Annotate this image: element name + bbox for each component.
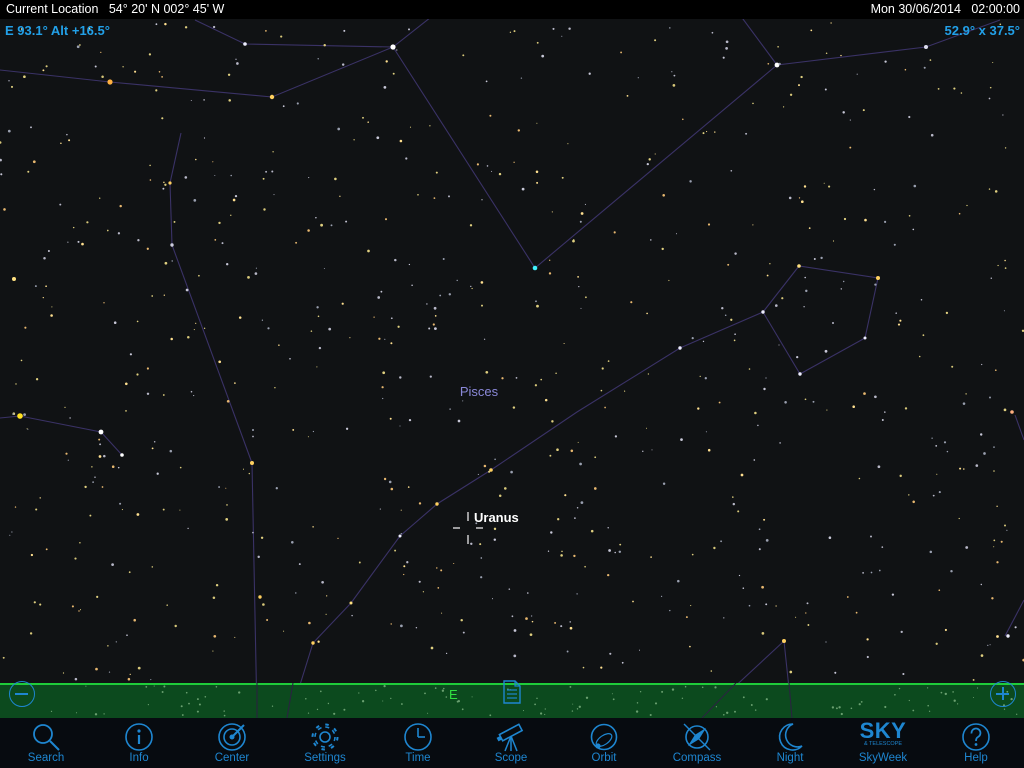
telescope-icon bbox=[496, 723, 524, 752]
bright-star bbox=[98, 429, 104, 435]
zoom-in-button[interactable] bbox=[990, 681, 1016, 707]
bright-star bbox=[435, 502, 439, 506]
bright-star bbox=[258, 595, 262, 599]
night-label: Night bbox=[776, 752, 804, 764]
settings-button[interactable]: Settings bbox=[288, 718, 362, 768]
sky-logo-text: SKY bbox=[859, 718, 907, 743]
bright-star bbox=[532, 265, 538, 271]
constellation-line bbox=[289, 311, 764, 718]
compass-direction-east: E bbox=[449, 687, 458, 702]
time-label: Time bbox=[405, 752, 431, 764]
info-icon bbox=[125, 723, 153, 751]
star-field bbox=[0, 22, 1024, 717]
bright-star bbox=[107, 79, 113, 85]
bright-star bbox=[1010, 410, 1014, 414]
help-icon bbox=[962, 723, 990, 751]
settings-label: Settings bbox=[304, 752, 346, 764]
gear-icon bbox=[311, 723, 339, 751]
info-label: Info bbox=[129, 752, 149, 764]
help-button[interactable]: Help bbox=[939, 718, 1013, 768]
constellation-line bbox=[194, 19, 394, 48]
bottom-toolbar: Search Info Center Settings Time Scope O… bbox=[0, 718, 1024, 768]
notes-icon[interactable] bbox=[502, 679, 521, 704]
bright-star bbox=[17, 413, 23, 419]
bright-star bbox=[863, 336, 867, 340]
constellation-line bbox=[0, 415, 123, 456]
constellation-line bbox=[1014, 414, 1024, 441]
moon-icon bbox=[778, 723, 803, 751]
zoom-out-button[interactable] bbox=[9, 681, 35, 707]
compass-icon bbox=[683, 723, 711, 751]
field-of-view-readout: 52.9° x 37.5° bbox=[944, 23, 1020, 38]
status-bar: Current Location 54° 20' N 002° 45' W Mo… bbox=[0, 0, 1024, 19]
constellation-line bbox=[1004, 599, 1024, 637]
search-label: Search bbox=[27, 752, 65, 764]
bright-star bbox=[398, 534, 402, 538]
sky-canvas[interactable]: Pisces Uranus bbox=[0, 19, 1024, 718]
skyweek-label: SkyWeek bbox=[858, 752, 908, 764]
center-button[interactable]: Center bbox=[195, 718, 269, 768]
bright-star bbox=[168, 181, 172, 185]
bright-star bbox=[243, 42, 247, 46]
constellation-lines bbox=[0, 19, 1024, 718]
bright-star bbox=[250, 461, 254, 465]
info-button[interactable]: Info bbox=[102, 718, 176, 768]
bright-star bbox=[390, 44, 396, 50]
bright-star bbox=[798, 372, 802, 376]
bright-star bbox=[1006, 634, 1010, 638]
constellation-line bbox=[392, 19, 1001, 269]
target-label-uranus[interactable]: Uranus bbox=[474, 510, 519, 525]
sky-telescope-logo: SKY & TELESCOPE bbox=[846, 718, 920, 748]
date-time[interactable]: Mon 30/06/2014 02:00:00 bbox=[871, 0, 1020, 19]
search-icon bbox=[33, 724, 60, 751]
scope-label: Scope bbox=[494, 752, 528, 764]
center-icon bbox=[218, 723, 246, 751]
night-button[interactable]: Night bbox=[753, 718, 827, 768]
bright-star bbox=[924, 45, 928, 49]
compass-label: Compass bbox=[672, 752, 722, 764]
bright-star bbox=[678, 346, 682, 350]
help-label: Help bbox=[964, 752, 988, 764]
sky-chart[interactable]: Pisces Uranus E 93.1° Alt +16.5° 52.9° x… bbox=[0, 19, 1024, 718]
bright-star bbox=[876, 276, 880, 280]
search-button[interactable]: Search bbox=[9, 718, 83, 768]
time-button[interactable]: Time bbox=[381, 718, 455, 768]
clock-icon bbox=[404, 723, 432, 751]
pointing-readout: E 93.1° Alt +16.5° bbox=[5, 23, 110, 38]
center-label: Center bbox=[214, 752, 250, 764]
constellation-line bbox=[762, 265, 879, 375]
bright-star bbox=[269, 94, 275, 100]
bright-star bbox=[311, 641, 315, 645]
bright-star bbox=[170, 243, 174, 247]
constellation-line bbox=[742, 19, 778, 66]
scope-button[interactable]: Scope bbox=[474, 718, 548, 768]
bright-star bbox=[120, 453, 124, 457]
current-location: Current Location 54° 20' N 002° 45' W bbox=[6, 2, 225, 16]
bright-star bbox=[349, 601, 353, 605]
orbit-icon bbox=[590, 723, 618, 751]
horizon-ground: E bbox=[0, 680, 1024, 718]
bright-star bbox=[761, 310, 765, 314]
compass-button[interactable]: Compass bbox=[660, 718, 734, 768]
bright-star bbox=[782, 639, 786, 643]
skyweek-button[interactable]: SKY & TELESCOPE SkyWeek bbox=[846, 718, 920, 768]
orbit-button[interactable]: Orbit bbox=[567, 718, 641, 768]
constellation-line bbox=[169, 132, 258, 718]
orbit-label: Orbit bbox=[591, 752, 617, 764]
constellation-label-pisces[interactable]: Pisces bbox=[460, 384, 499, 399]
bright-star bbox=[12, 277, 16, 281]
bright-star bbox=[774, 62, 780, 68]
bright-star bbox=[797, 264, 801, 268]
telescope-logo-text: & TELESCOPE bbox=[863, 741, 903, 747]
